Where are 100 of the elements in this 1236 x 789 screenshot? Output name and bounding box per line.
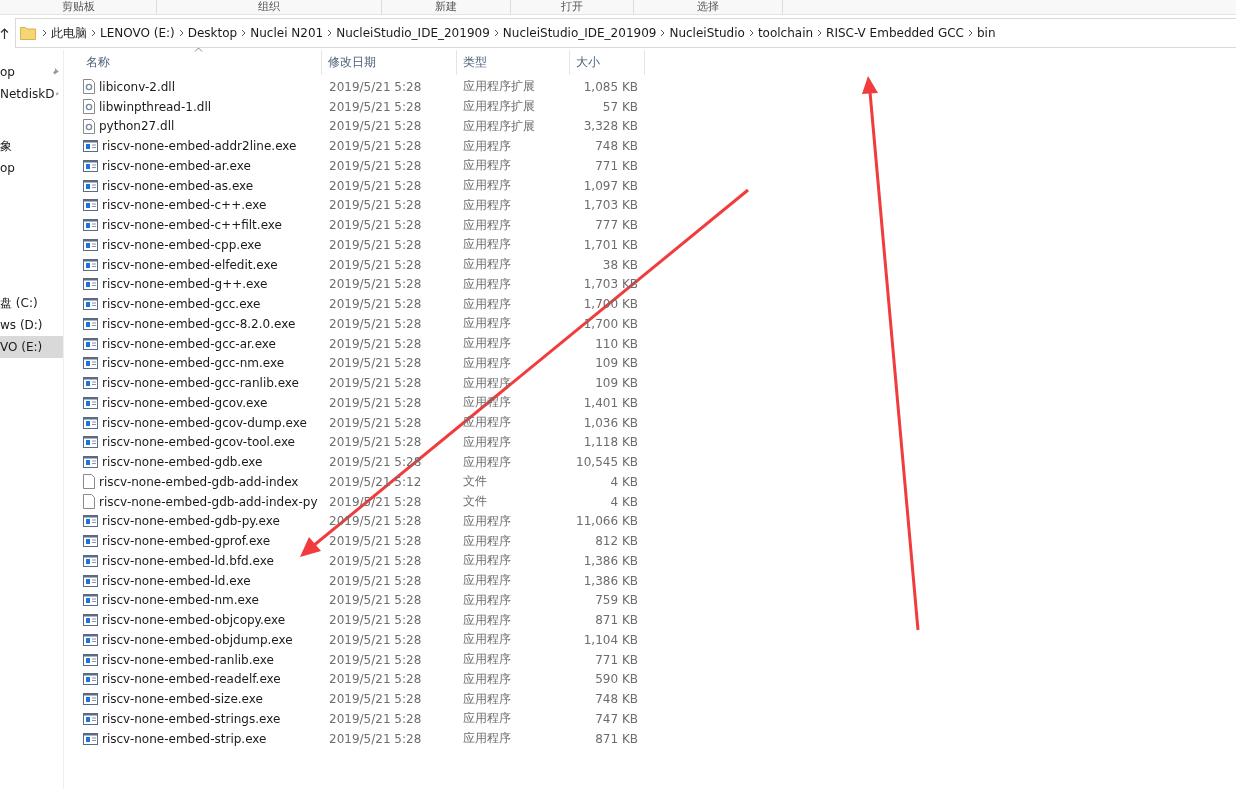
- date-cell-text: 2019/5/21 5:28: [328, 395, 423, 410]
- file-name[interactable]: riscv-none-embed-gcc-ar.exe: [80, 336, 322, 351]
- column-header[interactable]: 大小: [570, 50, 645, 75]
- file-name[interactable]: riscv-none-embed-strings.exe: [80, 711, 322, 726]
- chevron-icon: [178, 29, 184, 37]
- column-header[interactable]: 类型: [457, 50, 570, 75]
- application-icon: [83, 238, 98, 251]
- file-name[interactable]: riscv-none-embed-ar.exe: [80, 158, 322, 173]
- file-name[interactable]: riscv-none-embed-gcov-dump.exe: [80, 415, 322, 430]
- size-cell-text: 1,036 KB: [582, 415, 639, 430]
- date-cell-text: 2019/5/21 5:28: [328, 593, 423, 608]
- size-cell-text: 4 KB: [609, 474, 639, 489]
- application-icon: [83, 673, 98, 686]
- date-cell-text: 2019/5/21 5:28: [328, 356, 423, 371]
- file-name[interactable]: riscv-none-embed-ranlib.exe: [80, 652, 322, 667]
- breadcrumb[interactable]: NucleiStudio_IDE_201909: [332, 26, 494, 40]
- sidebar-item[interactable]: 盘 (C:): [0, 292, 63, 314]
- address-bar[interactable]: 此电脑 LENOVO (E:) Desktop Nuclei N201 NucleiStudio_IDE_201909 NucleiStudio_IDE_201909 NucleiStudio toolchain RISC-V Embedded GCC bin: [15, 18, 1236, 48]
- file-name[interactable]: libwinpthread-1.dll: [80, 99, 322, 115]
- file-name[interactable]: riscv-none-embed-gprof.exe: [80, 534, 322, 549]
- file-name[interactable]: riscv-none-embed-gdb-add-index-py: [80, 494, 322, 510]
- application-icon: [83, 179, 98, 192]
- file-name[interactable]: riscv-none-embed-addr2line.exe: [80, 139, 322, 154]
- type-cell-text: 应用程序: [462, 591, 512, 609]
- breadcrumb[interactable]: toolchain: [753, 26, 818, 40]
- size-cell-text: 1,085 KB: [582, 79, 639, 94]
- type-cell-text: 应用程序: [462, 453, 512, 471]
- sidebar-item[interactable]: 象: [0, 135, 63, 157]
- column-header[interactable]: 名称: [80, 50, 322, 75]
- file-name[interactable]: riscv-none-embed-gcov.exe: [80, 395, 322, 410]
- type-cell-text: 应用程序: [462, 631, 512, 649]
- file-name[interactable]: riscv-none-embed-gcc-8.2.0.exe: [80, 316, 322, 331]
- file-name[interactable]: riscv-none-embed-gcc.exe: [80, 297, 322, 312]
- breadcrumb[interactable]: Desktop: [183, 26, 242, 40]
- type-cell-text: 应用程序: [462, 157, 512, 175]
- breadcrumb[interactable]: NucleiStudio_IDE_201909: [498, 26, 661, 40]
- type-cell-text: 应用程序: [462, 137, 512, 155]
- file-name[interactable]: riscv-none-embed-gdb-py.exe: [80, 514, 322, 529]
- file-name[interactable]: riscv-none-embed-objdump.exe: [80, 632, 322, 647]
- type-cell-text: 应用程序: [462, 256, 512, 274]
- size-cell-text: 1,386 KB: [582, 553, 639, 568]
- size-cell-text: 1,701 KB: [582, 237, 639, 252]
- file-name[interactable]: riscv-none-embed-c++.exe: [80, 198, 322, 213]
- application-icon: [83, 554, 98, 567]
- size-cell-text: 590 KB: [594, 672, 639, 687]
- file-name[interactable]: riscv-none-embed-elfedit.exe: [80, 257, 322, 272]
- sidebar-item[interactable]: op: [0, 61, 63, 83]
- date-cell-text: 2019/5/21 5:28: [328, 237, 423, 252]
- file-name[interactable]: riscv-none-embed-gdb-add-index: [80, 474, 322, 490]
- chevron-icon: [660, 29, 666, 37]
- column-header[interactable]: 修改日期: [322, 50, 457, 75]
- file-name[interactable]: riscv-none-embed-gcc-nm.exe: [80, 356, 322, 371]
- application-icon: [83, 396, 98, 409]
- size-cell-text: 747 KB: [594, 711, 639, 726]
- file-name[interactable]: riscv-none-embed-strip.exe: [80, 731, 322, 746]
- file-name[interactable]: riscv-none-embed-g++.exe: [80, 277, 322, 292]
- breadcrumb[interactable]: 此电脑: [47, 24, 91, 42]
- application-icon: [83, 377, 98, 390]
- application-icon: [83, 515, 98, 528]
- file-name[interactable]: riscv-none-embed-ld.bfd.exe: [80, 553, 322, 568]
- file-name[interactable]: riscv-none-embed-cpp.exe: [80, 237, 322, 252]
- file-name[interactable]: riscv-none-embed-objcopy.exe: [80, 613, 322, 628]
- file-name[interactable]: python27.dll: [80, 118, 322, 134]
- file-name[interactable]: riscv-none-embed-as.exe: [80, 178, 322, 193]
- sidebar-item[interactable]: VO (E:): [0, 336, 63, 358]
- breadcrumb[interactable]: Nuclei N201: [246, 26, 328, 40]
- breadcrumb[interactable]: LENOVO (E:): [96, 26, 179, 40]
- breadcrumb[interactable]: RISC-V Embedded GCC: [822, 26, 968, 40]
- ribbon-group-label: 选择: [697, 0, 719, 13]
- application-icon: [83, 337, 98, 350]
- date-cell-text: 2019/5/21 5:28: [328, 139, 423, 154]
- date-cell-text: 2019/5/21 5:28: [328, 731, 423, 746]
- file-name[interactable]: riscv-none-embed-size.exe: [80, 692, 322, 707]
- breadcrumb[interactable]: NucleiStudio: [665, 26, 749, 40]
- size-cell-text: 10,545 KB: [575, 455, 639, 470]
- settings-file-icon: [83, 99, 95, 115]
- up-arrow-icon[interactable]: [0, 27, 9, 39]
- file-name[interactable]: riscv-none-embed-readelf.exe: [80, 672, 322, 687]
- type-cell-text: 应用程序: [462, 572, 512, 590]
- sidebar-item[interactable]: NetdiskD: [0, 83, 63, 105]
- file-name[interactable]: riscv-none-embed-ld.exe: [80, 573, 322, 588]
- date-cell-text: 2019/5/21 5:28: [328, 158, 423, 173]
- file-name[interactable]: riscv-none-embed-gcc-ranlib.exe: [80, 376, 322, 391]
- file-name[interactable]: riscv-none-embed-nm.exe: [80, 593, 322, 608]
- file-name[interactable]: riscv-none-embed-c++filt.exe: [80, 218, 322, 233]
- breadcrumb[interactable]: bin: [973, 26, 1000, 40]
- file-name[interactable]: riscv-none-embed-gdb.exe: [80, 455, 322, 470]
- sidebar-item[interactable]: op: [0, 157, 63, 179]
- application-icon: [83, 357, 98, 370]
- file-name[interactable]: riscv-none-embed-gcov-tool.exe: [80, 435, 322, 450]
- type-cell-text: 应用程序: [462, 374, 512, 392]
- application-icon: [83, 219, 98, 232]
- type-cell-text: 应用程序: [462, 532, 512, 550]
- chevron-icon: [493, 29, 499, 37]
- file-name[interactable]: libiconv-2.dll: [80, 79, 322, 95]
- type-cell-text: 应用程序扩展: [462, 78, 536, 96]
- type-cell-text: 应用程序: [462, 651, 512, 669]
- sidebar-item[interactable]: ws (D:): [0, 314, 63, 336]
- file-icon: [83, 474, 95, 490]
- size-cell-text: 4 KB: [609, 494, 639, 509]
